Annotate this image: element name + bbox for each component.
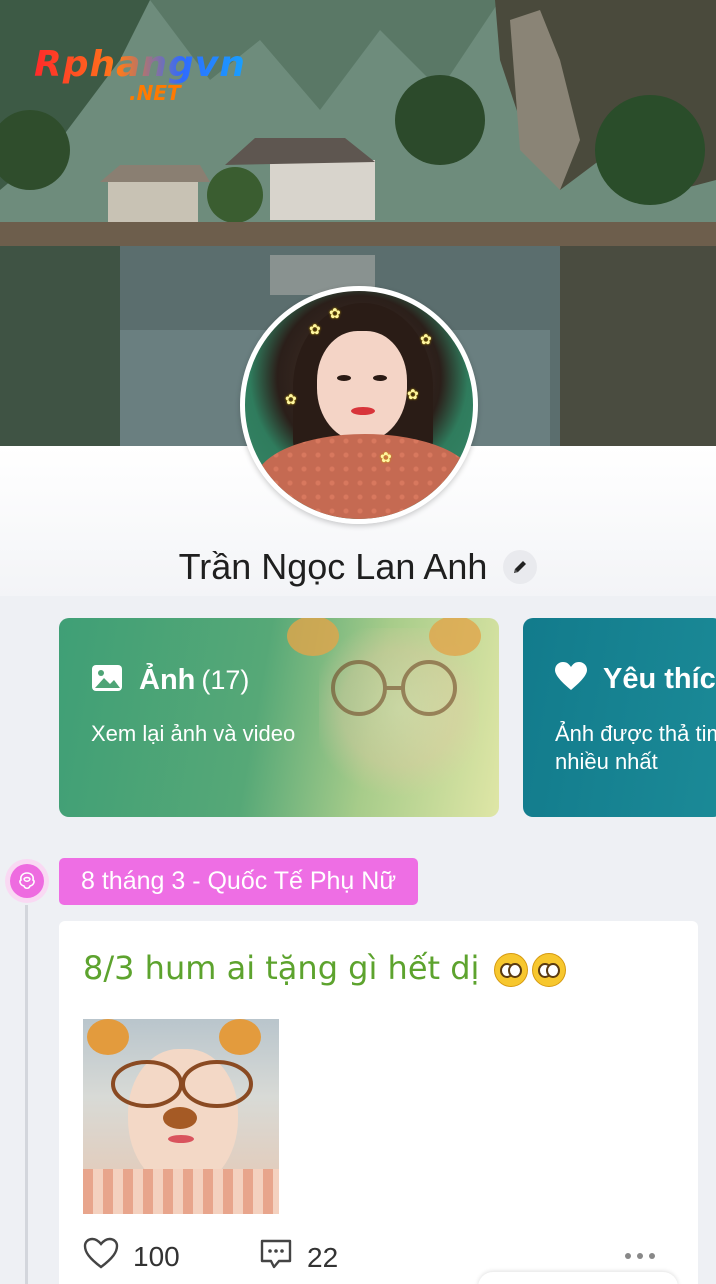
edit-pencil-icon[interactable]	[503, 550, 538, 584]
heart-icon	[555, 662, 587, 697]
photos-count: (17)	[201, 665, 250, 695]
likes-title: Yêu thích	[603, 663, 716, 695]
like-button[interactable]: 100	[83, 1237, 180, 1276]
like-count: 100	[133, 1240, 180, 1272]
photos-card[interactable]: Ảnh (17) Xem lại ảnh và video	[59, 618, 499, 817]
comment-icon	[259, 1237, 293, 1278]
comment-button[interactable]: 22	[259, 1237, 338, 1278]
watermark-main: Rphangvn	[34, 44, 246, 85]
post-text: 8/3 hum ai tặng gì hết dị	[83, 949, 480, 987]
profile-name-row: Trần Ngọc Lan Anh	[0, 544, 716, 590]
flower-sticker: ✿	[380, 449, 392, 465]
rose-icon	[5, 859, 49, 903]
timeline-line	[25, 905, 28, 1284]
pleading-face-emoji	[493, 953, 528, 987]
pleading-face-emoji	[531, 953, 566, 987]
like-heart-icon	[83, 1237, 119, 1276]
profile-avatar[interactable]: ✿ ✿ ✿ ✿ ✿ ✿	[240, 286, 478, 524]
bottom-floating-bar[interactable]	[478, 1272, 678, 1284]
likes-subtitle: Ảnh được thả tim nhiều nhất	[555, 721, 716, 774]
post-actions: 100 22	[83, 1237, 683, 1277]
flower-sticker: ✿	[420, 331, 432, 347]
profile-name: Trần Ngọc Lan Anh	[178, 546, 488, 587]
event-tag[interactable]: 8 tháng 3 - Quốc Tế Phụ Nữ	[59, 858, 419, 905]
flower-sticker: ✿	[407, 386, 419, 402]
flower-sticker: ✿	[285, 391, 297, 407]
photos-subtitle: Xem lại ảnh và video	[91, 721, 296, 746]
flower-sticker: ✿	[329, 305, 341, 321]
likes-card[interactable]: Yêu thích Ảnh được thả tim nhiều nhất	[523, 618, 716, 817]
more-dots-icon[interactable]	[625, 1253, 655, 1259]
post-text-row: 8/3 hum ai tặng gì hết dị	[83, 949, 566, 987]
post-card[interactable]: 8/3 hum ai tặng gì hết dị 100 22	[59, 921, 698, 1284]
image-icon	[91, 662, 123, 699]
flower-sticker: ✿	[309, 321, 321, 337]
watermark-logo: Rphangvn .NET	[34, 44, 246, 105]
comment-count: 22	[307, 1241, 339, 1273]
photos-title: Ảnh	[139, 664, 196, 696]
post-photo[interactable]	[83, 1019, 279, 1214]
